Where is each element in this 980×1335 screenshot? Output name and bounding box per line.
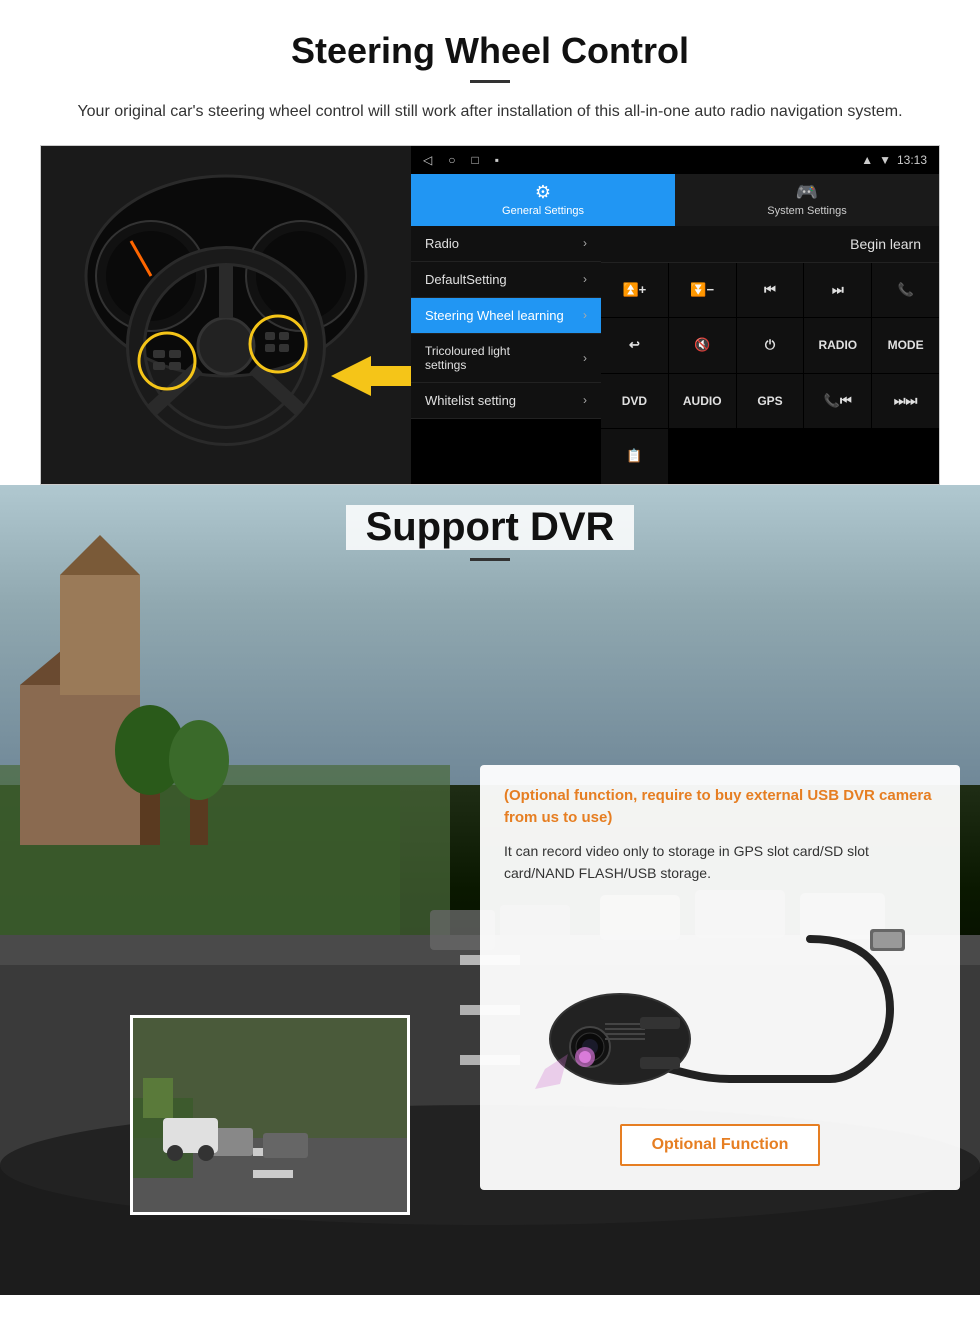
dvr-description: It can record video only to storage in G… [504,840,936,885]
menu-item-radio[interactable]: Radio › [411,226,601,262]
begin-learn-button[interactable]: Begin learn [842,232,929,256]
dvr-title: Support DVR [346,505,635,550]
steering-section: Steering Wheel Control Your original car… [0,0,980,485]
chevron-icon: › [583,272,587,286]
vol-up-button[interactable]: ⏫+ [601,263,668,318]
vol-down-button[interactable]: ⏬− [669,263,736,318]
chevron-icon: › [583,236,587,250]
dvr-optional-text: (Optional function, require to buy exter… [504,785,936,830]
title-divider [470,80,510,83]
chevron-icon: › [583,351,587,365]
menu-default-label: DefaultSetting [425,272,507,287]
android-nav-icons: ◁ ○ □ ▪ [423,153,499,167]
tab-system-settings[interactable]: 🎮 System Settings [675,174,939,226]
tab-general-label: General Settings [502,205,584,217]
status-time: 13:13 [897,153,927,167]
menu-icon[interactable]: ▪ [495,153,499,167]
android-tabs: ⚙ General Settings 🎮 System Settings [411,174,939,226]
audio-button[interactable]: AUDIO [669,374,736,429]
dvr-divider [470,558,510,561]
wifi-icon: ▼ [879,153,891,167]
call-prev-button[interactable]: 📞⏮ [804,374,871,429]
back-icon[interactable]: ◁ [423,153,432,167]
menu-whitelist-label: Whitelist setting [425,393,516,408]
android-status-right: ▲ ▼ 13:13 [861,153,927,167]
menu-item-tricoloured[interactable]: Tricoloured lightsettings › [411,334,601,383]
dvd-button[interactable]: DVD [601,374,668,429]
call-button[interactable]: 📞 [872,263,939,318]
tab-system-label: System Settings [767,205,846,217]
mode-button[interactable]: MODE [872,318,939,373]
menu-tricoloured-label: Tricoloured lightsettings [425,344,510,372]
gps-button[interactable]: GPS [737,374,804,429]
signal-icon: ▲ [861,153,873,167]
settings-icon: ⚙ [535,182,551,203]
android-panel: ◁ ○ □ ▪ ▲ ▼ 13:13 ⚙ General Settings [411,146,939,484]
dvr-info-card: (Optional function, require to buy exter… [480,765,960,1191]
menu-item-whitelist[interactable]: Whitelist setting › [411,383,601,419]
prev-button[interactable]: ⏮ [737,263,804,318]
menu-steering-label: Steering Wheel learning [425,308,564,323]
tab-general-settings[interactable]: ⚙ General Settings [411,174,675,226]
back-call-button[interactable]: ↩ [601,318,668,373]
chevron-icon: › [583,393,587,407]
begin-learn-row: Begin learn [601,226,939,263]
radio-button[interactable]: RADIO [804,318,871,373]
optional-function-button[interactable]: Optional Function [620,1124,821,1166]
section1-subtitle: Your original car's steering wheel contr… [40,99,940,125]
recents-icon[interactable]: □ [471,153,478,167]
settings-menu: Radio › DefaultSetting › Steering Wheel … [411,226,601,484]
next-button[interactable]: ⏭ [804,263,871,318]
mute-button[interactable]: 🔇 [669,318,736,373]
dvr-section-title: Support DVR [0,505,980,561]
menu-item-default[interactable]: DefaultSetting › [411,262,601,298]
steering-demo-area: ◁ ○ □ ▪ ▲ ▼ 13:13 ⚙ General Settings [40,145,940,485]
call-next-button[interactable]: ⏭⏭ [872,374,939,429]
chevron-icon: › [583,308,587,322]
system-icon: 🎮 [796,182,818,203]
dvr-section: Support DVR (Optional function, require [0,485,980,1295]
section1-title: Steering Wheel Control [40,30,940,72]
menu-item-steering[interactable]: Steering Wheel learning › [411,298,601,334]
dvr-camera-image [504,904,936,1104]
menu-radio-label: Radio [425,236,459,251]
steering-wheel-bg [41,146,411,485]
control-buttons-grid: ⏫+ ⏬− ⏮ ⏭ 📞 ↩ 🔇 ⏻ RADIO MODE DVD AUDIO [601,263,939,484]
control-panel: Begin learn ⏫+ ⏬− ⏮ ⏭ 📞 ↩ 🔇 ⏻ R [601,226,939,484]
extra-icon-button[interactable]: 📋 [601,429,668,484]
power-button[interactable]: ⏻ [737,318,804,373]
steering-photo [41,146,411,485]
home-icon[interactable]: ○ [448,153,455,167]
dvr-thumbnail [130,1015,410,1215]
android-statusbar: ◁ ○ □ ▪ ▲ ▼ 13:13 [411,146,939,174]
